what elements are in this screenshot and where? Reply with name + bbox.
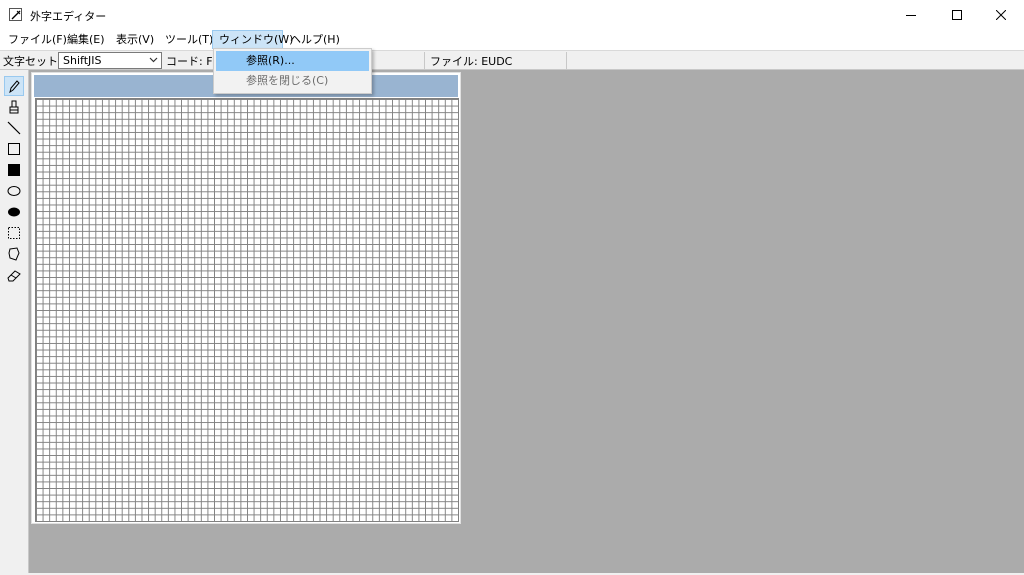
menu-view[interactable]: 表示(V) (110, 30, 160, 49)
menu-bar: ファイル(F) 編集(E) 表示(V) ツール(T) ウィンドウ(W) ヘルプ(… (0, 30, 1024, 49)
toolbar-separator (424, 52, 425, 69)
tool-hollow-ellipse[interactable] (4, 181, 24, 201)
menu-item-reference[interactable]: 参照(R)... (216, 51, 369, 71)
menu-window[interactable]: ウィンドウ(W) (212, 30, 293, 49)
filled-ellipse-icon (8, 207, 20, 217)
menu-item-close-reference[interactable]: 参照を閉じる(C) (216, 71, 369, 91)
tool-filled-ellipse[interactable] (4, 202, 24, 222)
close-icon (996, 10, 1006, 20)
tool-eraser[interactable] (4, 265, 24, 285)
workspace (29, 70, 1024, 575)
maximize-icon (952, 10, 962, 20)
tool-line[interactable] (4, 118, 24, 138)
chevron-down-icon (149, 57, 158, 63)
edit-window (31, 72, 461, 524)
charset-label: 文字セット: (3, 55, 62, 68)
hollow-rectangle-icon (8, 143, 20, 155)
edit-grid[interactable] (35, 98, 459, 522)
close-button[interactable] (978, 0, 1024, 30)
charset-value: ShiftJIS (63, 54, 102, 67)
freeform-select-icon (8, 247, 20, 261)
toolbar-separator (566, 52, 567, 69)
tool-freeform-select[interactable] (4, 244, 24, 264)
eraser-icon (7, 270, 21, 282)
line-icon (7, 121, 21, 135)
brush-icon (9, 100, 19, 114)
title-bar: 外字エディター (0, 0, 1024, 30)
toolbar: 文字セット: ShiftJIS コード: F04 ファイル: EUDC (0, 50, 1024, 70)
tool-pencil[interactable] (4, 76, 24, 96)
window-title: 外字エディター (30, 10, 107, 23)
hollow-ellipse-icon (7, 186, 21, 196)
window-menu-dropdown: 参照(R)... 参照を閉じる(C) (213, 48, 372, 94)
minimize-icon (906, 15, 916, 16)
maximize-button[interactable] (934, 0, 980, 30)
file-label: ファイル: EUDC (430, 55, 513, 68)
rectangle-select-icon (8, 227, 20, 239)
tool-hollow-rectangle[interactable] (4, 139, 24, 159)
app-icon (9, 8, 22, 21)
tool-brush[interactable] (4, 97, 24, 117)
menu-tools[interactable]: ツール(T) (159, 30, 219, 49)
pencil-icon (9, 80, 20, 93)
minimize-button[interactable] (888, 0, 934, 30)
tool-rectangle-select[interactable] (4, 223, 24, 243)
charset-select[interactable]: ShiftJIS (58, 52, 162, 69)
tool-palette (0, 70, 29, 575)
menu-edit[interactable]: 編集(E) (61, 30, 111, 49)
tool-filled-rectangle[interactable] (4, 160, 24, 180)
menu-help[interactable]: ヘルプ(H) (284, 30, 346, 49)
filled-rectangle-icon (8, 164, 20, 176)
